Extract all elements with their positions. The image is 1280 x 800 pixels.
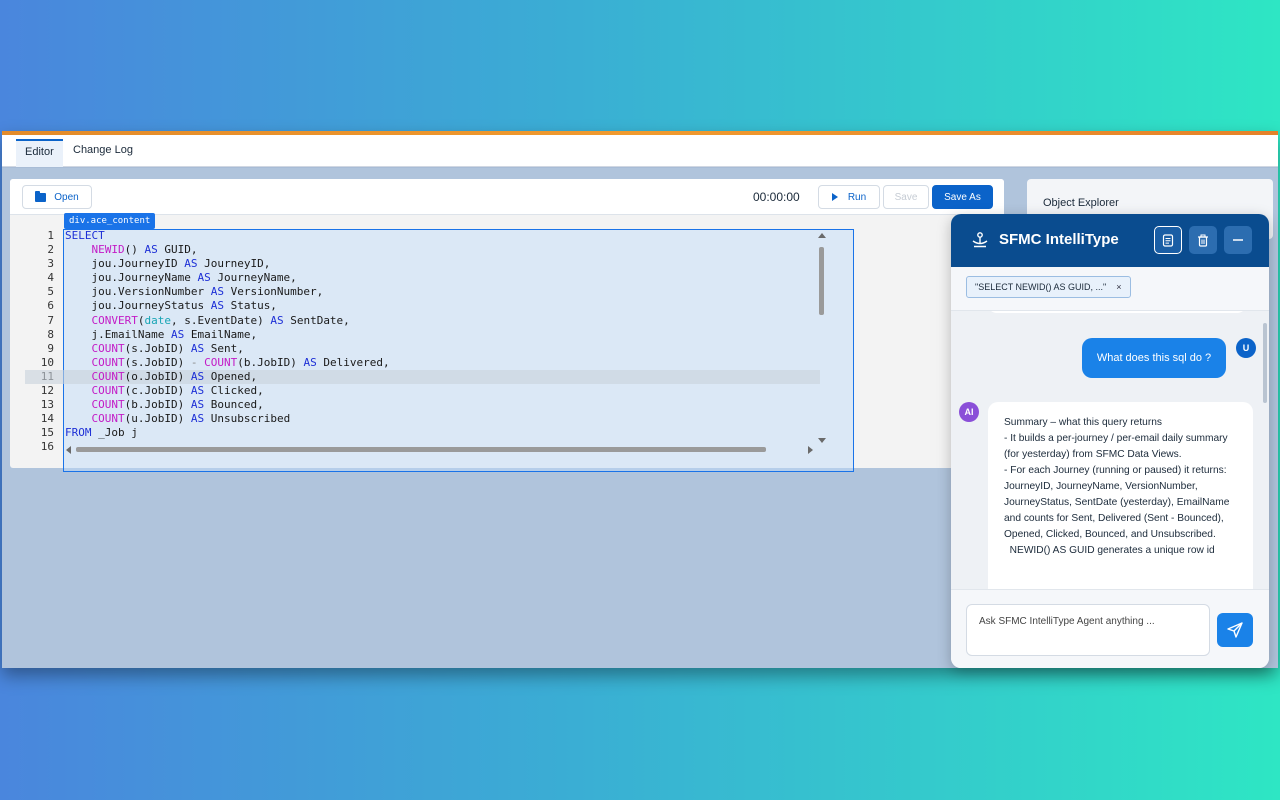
line-number-gutter: 1 2 3 4 5 6 7 8 9 10 11 12 13 14 15 16 [10,229,60,455]
open-button-label: Open [54,191,79,203]
scroll-right-arrow-icon[interactable] [808,446,813,454]
line-number: 9 [47,341,54,355]
user-avatar: U [1236,338,1256,358]
run-button-label: Run [847,191,867,203]
document-icon [1162,233,1174,247]
ai-message-line: Summary – what this query returns [1004,417,1162,428]
code-line: COUNT(b.JobID) AS Bounced, [91,398,264,412]
chat-input[interactable] [966,604,1210,656]
bot-icon [972,232,988,248]
line-number: 8 [47,327,54,341]
context-sql-chip[interactable]: "SELECT NEWID() AS GUID, ..." × [966,276,1131,298]
code-line: NEWID() AS GUID, [91,243,198,257]
trash-icon [1198,234,1208,247]
close-icon[interactable]: × [1116,282,1121,292]
line-number: 6 [47,299,54,313]
code-line: CONVERT(date, s.EventDate) AS SentDate, [91,313,350,327]
user-message-bubble: What does this sql do ? [1082,338,1226,378]
code-line: COUNT(s.JobID) AS Sent, [91,341,244,355]
ai-message-line: - It builds a per-journey / per-email da… [1004,433,1228,460]
code-line: jou.VersionNumber AS VersionNumber, [65,285,324,299]
element-inspector-tag: div.ace_content [64,213,156,229]
minimize-chat-button[interactable] [1224,226,1252,254]
save-button[interactable]: Save [883,185,929,209]
tab-change-log[interactable]: Change Log [64,139,142,167]
run-button[interactable]: Run [818,185,880,209]
editor-horizontal-scrollbar[interactable] [66,445,816,455]
scroll-down-arrow-icon[interactable] [818,438,826,443]
line-number: 4 [47,271,54,285]
chat-header: SFMC IntelliType [951,214,1269,267]
play-icon [831,193,838,201]
sql-code-editor[interactable]: 1 2 3 4 5 6 7 8 9 10 11 12 13 14 15 16 S… [10,229,822,453]
save-as-button[interactable]: Save As [932,185,993,209]
clear-chat-button[interactable] [1189,226,1217,254]
ai-avatar: AI [959,402,979,422]
tab-bar: Editor Change Log [2,135,1278,167]
previous-message-edge [987,311,1247,313]
code-line: COUNT(u.JobID) AS Unsubscribed [91,412,291,426]
run-timer: 00:00:00 [753,190,800,204]
horizontal-scroll-thumb[interactable] [76,447,766,452]
code-line: COUNT(s.JobID) - COUNT(b.JobID) AS Deliv… [91,355,390,369]
vertical-scroll-thumb[interactable] [819,247,824,315]
line-number: 7 [47,313,54,327]
line-number: 2 [47,243,54,257]
code-line: COUNT(c.JobID) AS Clicked, [91,384,264,398]
minimize-icon [1233,239,1243,241]
chat-title: SFMC IntelliType [999,231,1119,248]
ai-message-line: - For each Journey (running or paused) i… [1004,465,1230,540]
code-line: jou.JourneyID AS JourneyID, [65,257,271,271]
line-number: 3 [47,257,54,271]
context-doc-button[interactable] [1154,226,1182,254]
line-number: 1 [47,229,54,242]
code-line: jou.JourneyStatus AS Status, [65,299,277,313]
code-line-active: COUNT(o.JobID) AS Opened, [25,369,820,385]
code-line: jou.JourneyName AS JourneyName, [65,271,297,285]
messages-scroll-thumb[interactable] [1263,323,1267,403]
intellitype-chat-panel: SFMC IntelliType "SELECT NEWID() AS GUID… [951,214,1269,668]
line-number: 10 [40,355,54,369]
line-number: 5 [47,285,54,299]
scroll-up-arrow-icon[interactable] [818,233,826,238]
object-explorer-title: Object Explorer [1043,197,1119,209]
line-number: 14 [40,412,54,426]
editor-vertical-scrollbar[interactable] [816,233,826,443]
code-line: SELECT [65,229,105,242]
editor-toolbar: Open 00:00:00 Run Save Save As [10,179,1004,215]
line-number: 12 [40,384,54,398]
line-number: 13 [40,398,54,412]
open-button[interactable]: Open [22,185,92,209]
code-line: FROM _Job j [65,426,138,440]
send-icon [1227,622,1243,638]
line-number: 16 [40,440,54,454]
send-button[interactable] [1217,613,1253,647]
context-chip-label: "SELECT NEWID() AS GUID, ..." [975,282,1107,292]
line-number: 15 [40,426,54,440]
code-lines[interactable]: SELECT NEWID() AS GUID, jou.JourneyID AS… [25,229,820,455]
ai-message-line: NEWID() AS GUID generates a unique row i… [1004,545,1215,556]
folder-icon [35,190,47,202]
tab-editor[interactable]: Editor [16,139,63,167]
chat-messages[interactable]: What does this sql do ? U AI Summary – w… [951,311,1269,589]
scroll-left-arrow-icon[interactable] [66,446,71,454]
chat-composer [951,589,1269,668]
code-line: j.EmailName AS EmailName, [65,327,258,341]
ai-message-bubble: Summary – what this query returns - It b… [988,402,1253,589]
